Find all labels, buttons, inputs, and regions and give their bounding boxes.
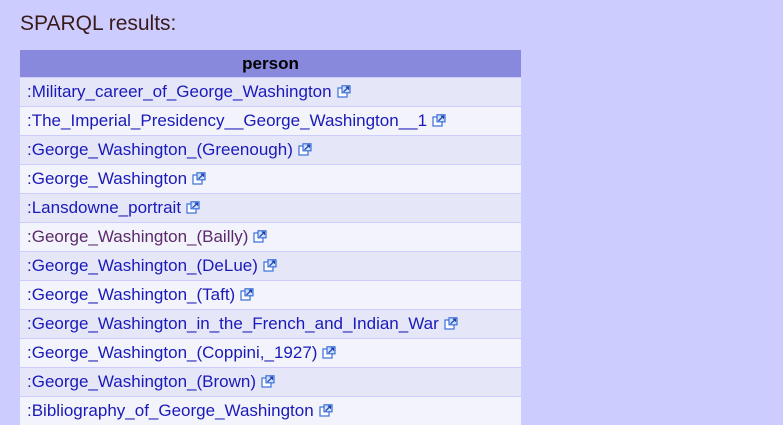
result-link[interactable]: :George_Washington_in_the_French_and_Ind… [27, 314, 439, 333]
result-cell: :Lansdowne_portrait [20, 194, 521, 223]
result-cell: :Military_career_of_George_Washington [20, 78, 521, 107]
result-cell: :George_Washington [20, 165, 521, 194]
table-row: :George_Washington_(Brown) [20, 368, 521, 397]
result-cell: :George_Washington_(Greenough) [20, 136, 521, 165]
result-link[interactable]: :The_Imperial_Presidency__George_Washing… [27, 111, 427, 130]
table-row: :George_Washington_in_the_French_and_Ind… [20, 310, 521, 339]
result-link[interactable]: :George_Washington_(DeLue) [27, 256, 258, 275]
result-link[interactable]: :George_Washington_(Coppini,_1927) [27, 343, 317, 362]
external-link-icon[interactable] [263, 259, 277, 272]
result-cell: :George_Washington_(Taft) [20, 281, 521, 310]
result-cell: :The_Imperial_Presidency__George_Washing… [20, 107, 521, 136]
result-cell: :George_Washington_(DeLue) [20, 252, 521, 281]
table-row: :The_Imperial_Presidency__George_Washing… [20, 107, 521, 136]
column-header-person: person [20, 50, 521, 78]
external-link-icon[interactable] [192, 172, 206, 185]
table-row: :Lansdowne_portrait [20, 194, 521, 223]
result-link[interactable]: :George_Washington_(Bailly) [27, 227, 248, 246]
external-link-icon[interactable] [322, 346, 336, 359]
external-link-icon[interactable] [253, 230, 267, 243]
result-cell: :George_Washington_(Brown) [20, 368, 521, 397]
result-link[interactable]: :Lansdowne_portrait [27, 198, 181, 217]
external-link-icon[interactable] [186, 201, 200, 214]
table-row: :George_Washington_(Taft) [20, 281, 521, 310]
table-row: :George_Washington_(Greenough) [20, 136, 521, 165]
table-row: :George_Washington_(Coppini,_1927) [20, 339, 521, 368]
external-link-icon[interactable] [240, 288, 254, 301]
result-cell: :Bibliography_of_George_Washington [20, 397, 521, 425]
table-row: :George_Washington_(Bailly) [20, 223, 521, 252]
result-link[interactable]: :Bibliography_of_George_Washington [27, 401, 314, 420]
result-cell: :George_Washington_(Bailly) [20, 223, 521, 252]
page-heading: SPARQL results: [20, 11, 176, 37]
table-row: :Bibliography_of_George_Washington [20, 397, 521, 425]
result-cell: :George_Washington_(Coppini,_1927) [20, 339, 521, 368]
external-link-icon[interactable] [298, 143, 312, 156]
table-header-row: person [20, 50, 521, 78]
external-link-icon[interactable] [337, 85, 351, 98]
external-link-icon[interactable] [432, 114, 446, 127]
external-link-icon[interactable] [319, 404, 333, 417]
table-row: :George_Washington_(DeLue) [20, 252, 521, 281]
result-link[interactable]: :George_Washington_(Brown) [27, 372, 256, 391]
results-body: :Military_career_of_George_Washington :T… [20, 78, 521, 425]
results-table: person :Military_career_of_George_Washin… [20, 50, 521, 425]
result-cell: :George_Washington_in_the_French_and_Ind… [20, 310, 521, 339]
external-link-icon[interactable] [261, 375, 275, 388]
result-link[interactable]: :Military_career_of_George_Washington [27, 82, 332, 101]
external-link-icon[interactable] [444, 317, 458, 330]
result-link[interactable]: :George_Washington_(Greenough) [27, 140, 293, 159]
result-link[interactable]: :George_Washington_(Taft) [27, 285, 235, 304]
result-link[interactable]: :George_Washington [27, 169, 187, 188]
table-row: :Military_career_of_George_Washington [20, 78, 521, 107]
table-row: :George_Washington [20, 165, 521, 194]
